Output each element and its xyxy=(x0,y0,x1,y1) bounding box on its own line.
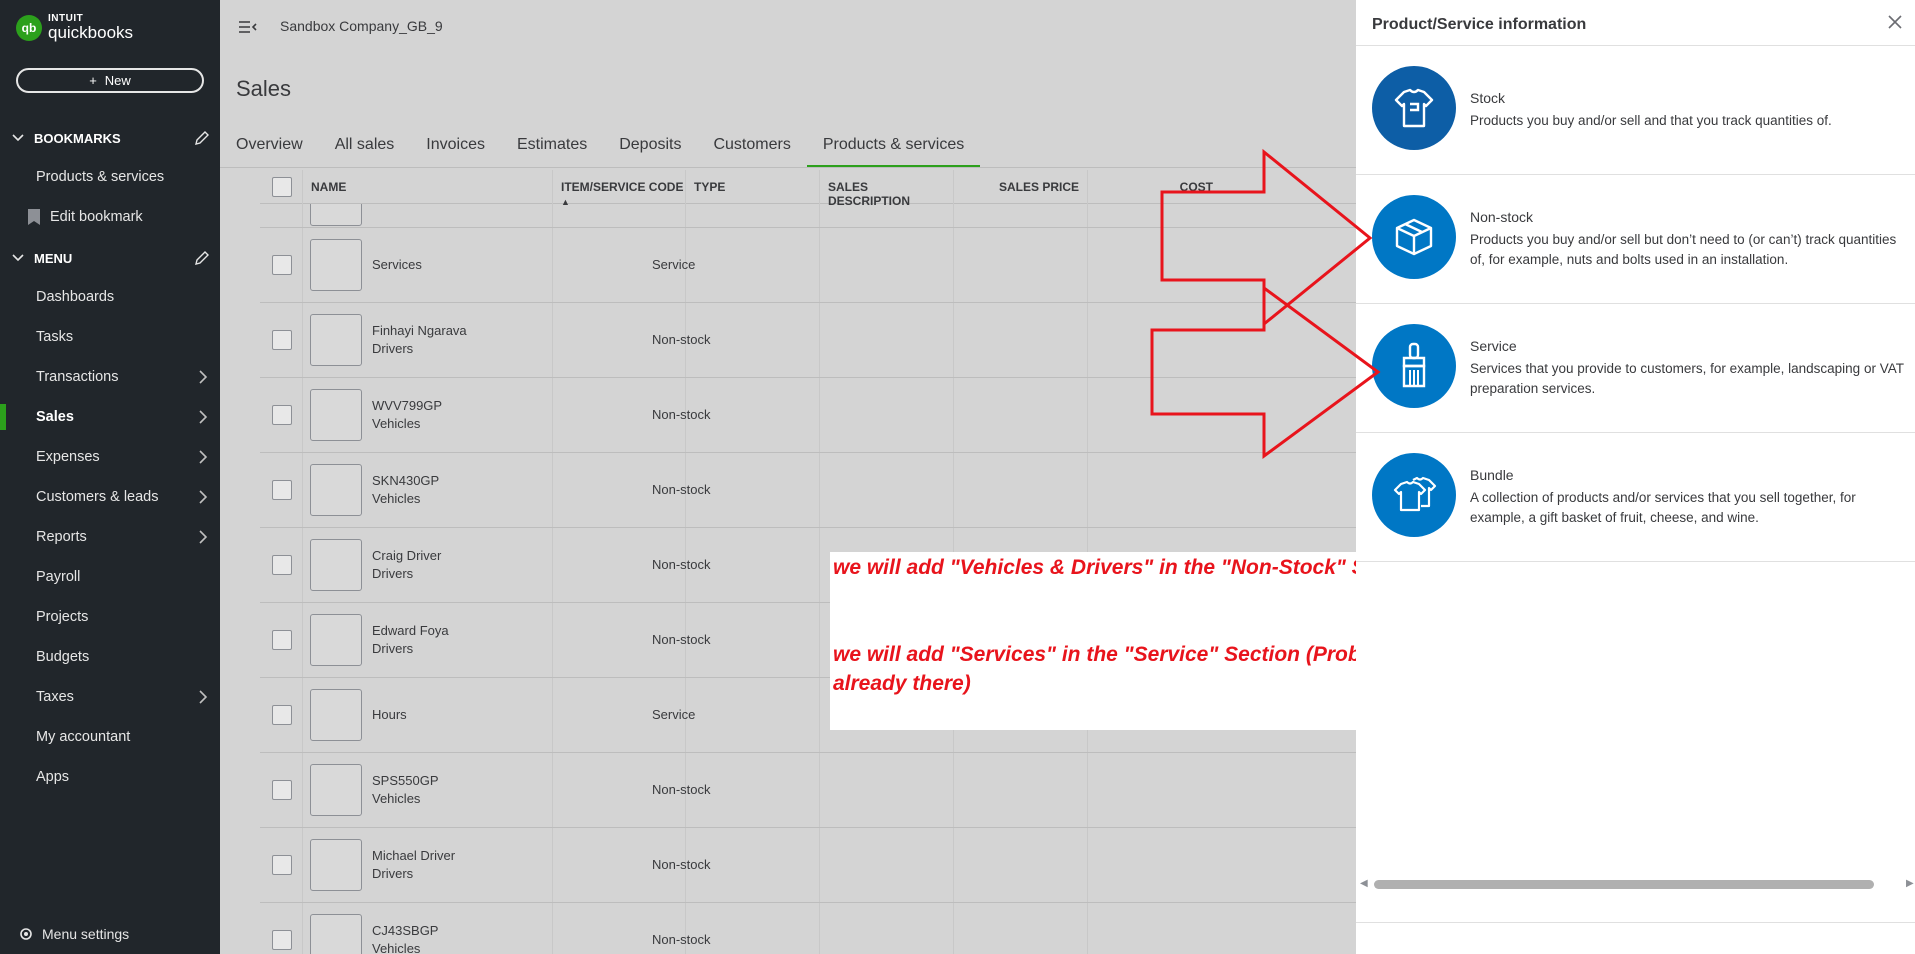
annotation-arrow-service xyxy=(1150,285,1381,459)
annotation-arrows xyxy=(1150,148,1381,459)
annotation-arrow-non-stock xyxy=(1160,148,1373,328)
